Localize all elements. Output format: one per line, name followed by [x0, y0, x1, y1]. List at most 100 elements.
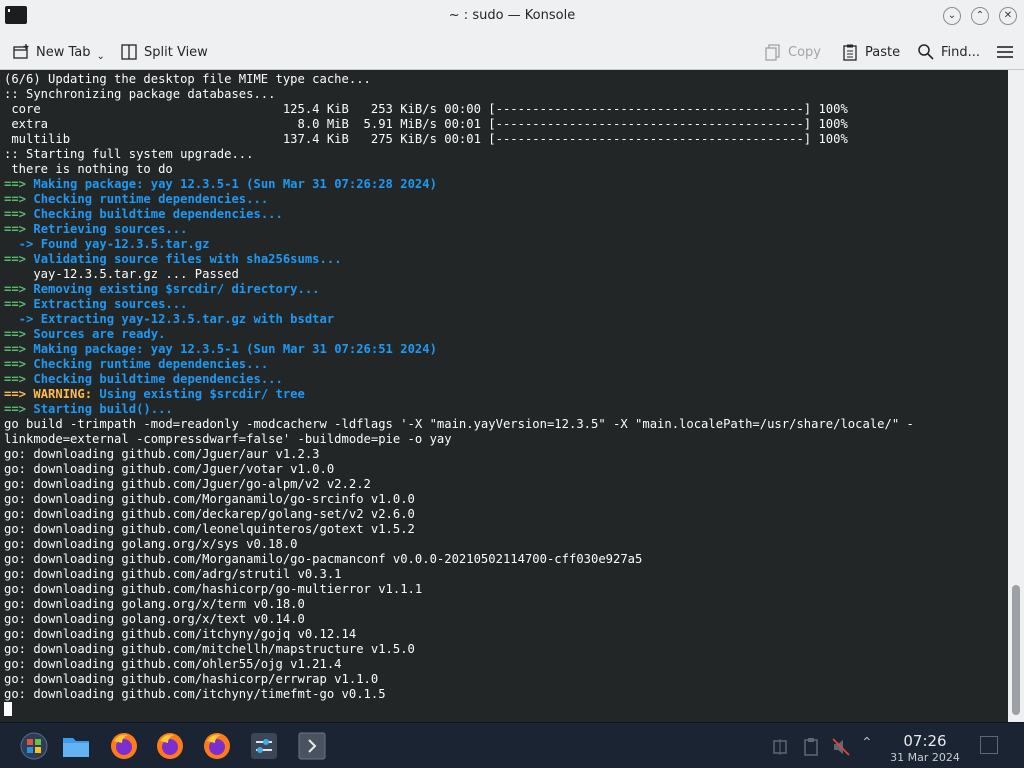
- terminal-line: ==> Making package: yay 12.3.5-1 (Sun Ma…: [4, 177, 1008, 192]
- copy-button[interactable]: Copy: [764, 41, 821, 63]
- terminal-text: ==>: [4, 222, 34, 236]
- terminal-text: Starting build()...: [33, 402, 173, 416]
- terminal-text: ==>: [4, 297, 34, 311]
- terminal-text: go: downloading golang.org/x/sys v0.18.0: [4, 537, 298, 551]
- chevron-down-icon[interactable]: ⌄: [97, 51, 105, 62]
- paste-button[interactable]: Paste: [841, 41, 900, 63]
- terminal-line: go: downloading github.com/itchyny/timef…: [4, 687, 1008, 702]
- konsole-icon[interactable]: [297, 731, 327, 761]
- terminal-line: :: Starting full system upgrade...: [4, 147, 1008, 162]
- scrollbar-thumb[interactable]: [1012, 585, 1020, 715]
- terminal-text: yay-12.3.5.tar.gz ... Passed: [4, 267, 239, 281]
- terminal-text: ==>: [4, 192, 34, 206]
- terminal-text: ==>: [4, 207, 34, 221]
- terminal-line: go: downloading github.com/adrg/strutil …: [4, 567, 1008, 582]
- terminal-line: ==> Checking runtime dependencies...: [4, 357, 1008, 372]
- terminal-text: go: downloading github.com/Jguer/aur v1.…: [4, 447, 320, 461]
- terminal-text: Removing existing $srcdir/ directory...: [33, 282, 320, 296]
- split-view-button[interactable]: Split View: [120, 41, 208, 63]
- network-icon[interactable]: [770, 737, 790, 757]
- terminal-text: go: downloading github.com/itchyny/timef…: [4, 687, 386, 701]
- new-tab-button[interactable]: New Tab ⌄: [12, 41, 105, 63]
- terminal-text: Checking buildtime dependencies...: [33, 372, 283, 386]
- terminal-text: go: downloading github.com/mitchellh/map…: [4, 642, 415, 656]
- terminal-text: ==>: [4, 342, 34, 356]
- terminal-line: -> Found yay-12.3.5.tar.gz: [4, 237, 1008, 252]
- terminal-text: go: downloading github.com/Jguer/votar v…: [4, 462, 335, 476]
- clock-date[interactable]: 31 Mar 2024: [880, 751, 970, 764]
- maximize-icon[interactable]: ⌃: [971, 7, 989, 25]
- terminal-line: linkmode=external -compressdwarf=false' …: [4, 432, 1008, 447]
- terminal-text: ->: [4, 237, 41, 251]
- terminal-line: go: downloading golang.org/x/term v0.18.…: [4, 597, 1008, 612]
- terminal-line: ==> Starting build()...: [4, 402, 1008, 417]
- close-icon[interactable]: ✕: [999, 7, 1017, 25]
- copy-icon: [765, 44, 780, 61]
- terminal-text: :: Starting full system upgrade...: [4, 147, 254, 161]
- terminal-text: go: downloading github.com/hashicorp/go-…: [4, 582, 423, 596]
- terminal-text: Sources are ready.: [33, 327, 166, 341]
- firefox-icon[interactable]: [202, 731, 232, 761]
- terminal-text: there is nothing to do: [4, 162, 173, 176]
- paste-label: Paste: [865, 44, 901, 60]
- terminal-line: ==> Checking runtime dependencies...: [4, 192, 1008, 207]
- find-button[interactable]: Find...: [917, 41, 980, 63]
- terminal-line: go: downloading github.com/Morganamilo/g…: [4, 492, 1008, 507]
- terminal-text: Using existing $srcdir/ tree: [92, 387, 305, 401]
- terminal-text: ==>: [4, 402, 34, 416]
- terminal-line: ==> Validating source files with sha256s…: [4, 252, 1008, 267]
- clipboard-icon[interactable]: [801, 737, 821, 757]
- new-tab-icon: [13, 44, 29, 59]
- terminal-text: ==>: [4, 177, 34, 191]
- system-settings-icon[interactable]: [249, 731, 279, 761]
- copy-label: Copy: [788, 44, 821, 60]
- terminal-line: go: downloading github.com/itchyny/gojq …: [4, 627, 1008, 642]
- hamburger-menu-button[interactable]: [996, 41, 1020, 63]
- terminal-scrollbar[interactable]: [1008, 70, 1024, 722]
- volume-muted-icon[interactable]: [831, 737, 851, 757]
- terminal-line: go: downloading github.com/Jguer/votar v…: [4, 462, 1008, 477]
- terminal-cursor: [4, 702, 12, 716]
- firefox-icon[interactable]: [109, 731, 139, 761]
- terminal-line: go: downloading github.com/Jguer/aur v1.…: [4, 447, 1008, 462]
- firefox-icon[interactable]: [155, 731, 185, 761]
- terminal-line: go: downloading github.com/mitchellh/map…: [4, 642, 1008, 657]
- terminal-line: go: downloading github.com/leonelquinter…: [4, 522, 1008, 537]
- window-title: ~ : sudo — Konsole: [448, 8, 576, 23]
- clock-time[interactable]: 07:26: [895, 732, 955, 750]
- minimize-icon[interactable]: ⌄: [943, 7, 961, 25]
- window-titlebar: ~ : sudo — Konsole ⌄ ⌃ ✕: [0, 0, 1024, 33]
- terminal-text: linkmode=external -compressdwarf=false' …: [4, 432, 452, 446]
- file-manager-icon[interactable]: [61, 731, 91, 761]
- terminal-text: ->: [4, 312, 41, 326]
- terminal-text: go: downloading github.com/ohler55/ojg v…: [4, 657, 342, 671]
- terminal-output[interactable]: (6/6) Updating the desktop file MIME typ…: [0, 70, 1008, 722]
- terminal-text: Extracting yay-12.3.5.tar.gz with bsdtar: [40, 312, 335, 326]
- expand-tray-icon[interactable]: ⌃: [861, 735, 879, 755]
- terminal-text: go: downloading github.com/itchyny/gojq …: [4, 627, 357, 641]
- terminal-line: go: downloading github.com/deckarep/gola…: [4, 507, 1008, 522]
- terminal-line: ==> Retrieving sources...: [4, 222, 1008, 237]
- terminal-line: ==> Removing existing $srcdir/ directory…: [4, 282, 1008, 297]
- terminal-text: Making package: yay 12.3.5-1 (Sun Mar 31…: [33, 342, 437, 356]
- show-desktop-icon[interactable]: [980, 736, 998, 754]
- terminal-line: :: Synchronizing package databases...: [4, 87, 1008, 102]
- paste-icon: [843, 44, 857, 61]
- terminal-line: go: downloading golang.org/x/sys v0.18.0: [4, 537, 1008, 552]
- terminal-text: go build -trimpath -mod=readonly -modcac…: [4, 417, 914, 431]
- terminal-text: Found yay-12.3.5.tar.gz: [40, 237, 210, 251]
- terminal-line: extra 8.0 MiB 5.91 MiB/s 00:01 [--------…: [4, 117, 1008, 132]
- terminal-text: Checking runtime dependencies...: [33, 192, 269, 206]
- terminal-line: go: downloading github.com/Morganamilo/g…: [4, 552, 1008, 567]
- start-menu-icon[interactable]: [19, 731, 49, 761]
- terminal-line: ==> Checking buildtime dependencies...: [4, 207, 1008, 222]
- terminal-line: go: downloading github.com/hashicorp/err…: [4, 672, 1008, 687]
- terminal-text: :: Synchronizing package databases...: [4, 87, 276, 101]
- terminal-text: ==>: [4, 387, 34, 401]
- terminal-line: -> Extracting yay-12.3.5.tar.gz with bsd…: [4, 312, 1008, 327]
- terminal-line: go: downloading github.com/Jguer/go-alpm…: [4, 477, 1008, 492]
- terminal-text: go: downloading github.com/Morganamilo/g…: [4, 552, 643, 566]
- taskbar: ⌃ 07:26 31 Mar 2024: [0, 722, 1024, 768]
- terminal-text: ==>: [4, 372, 34, 386]
- konsole-toolbar: New Tab ⌄ Split View Copy Paste Find...: [0, 33, 1024, 70]
